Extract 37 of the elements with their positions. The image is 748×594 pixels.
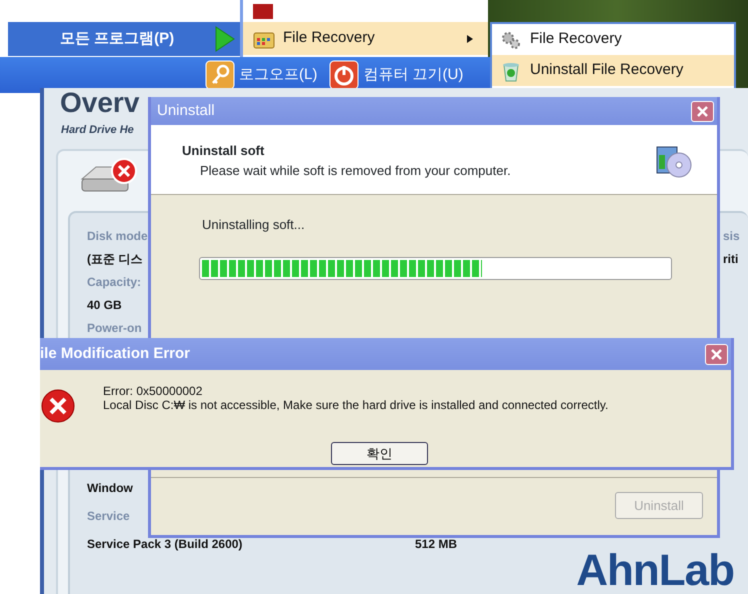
menu-item[interactable]: File Recovery <box>243 22 488 55</box>
menu-item[interactable]: Uninstall File Recovery <box>492 55 734 86</box>
close-button[interactable] <box>691 100 714 122</box>
field-value: Window <box>87 480 134 496</box>
ok-button[interactable]: 확인 <box>331 442 428 466</box>
dialog-description: Please wait while soft is removed from your computer. <box>200 162 511 180</box>
status-text: Uninstalling soft... <box>202 216 306 234</box>
window-title: ile Modification Error <box>40 344 190 364</box>
field-label: Disk mode <box>87 228 149 245</box>
arrow-icon <box>214 25 236 53</box>
error-message: Local Disc C:₩ is not accessible, Make sure the hard drive is installed and connected correctly. <box>103 398 608 412</box>
logo: AhnLab <box>576 548 734 592</box>
field-value: riti <box>723 251 740 268</box>
field-value: 40 GB <box>87 297 123 314</box>
menu-label[interactable]: 로그오프(L) <box>239 64 318 86</box>
field-value: Service Pack 3 (Build 2600) <box>87 536 244 552</box>
close-button[interactable] <box>705 344 728 364</box>
field-value: 512 MB <box>415 536 458 552</box>
dialog-heading: Uninstall soft <box>182 142 266 160</box>
close-icon <box>710 348 723 360</box>
all-programs-item[interactable]: 모든 프로그램(P) <box>8 22 240 56</box>
gear-icon <box>500 30 522 50</box>
field-label: Capacity: <box>87 274 142 291</box>
close-icon <box>696 104 709 118</box>
error-message: Error: 0x50000002 <box>103 384 204 398</box>
key-icon <box>205 60 235 90</box>
power-icon <box>329 60 360 90</box>
page-subtitle: Hard Drive He <box>61 123 134 138</box>
field-label: Service <box>87 508 131 524</box>
field-value: (표준 디스 <box>87 251 144 268</box>
field-label: Power-on <box>87 320 143 337</box>
page-title: Overv <box>60 88 140 118</box>
menu-label[interactable]: 컴퓨터 끄기(U) <box>363 64 464 86</box>
menu-item[interactable]: File Recovery <box>492 24 734 55</box>
window-title: Uninstall <box>157 100 215 121</box>
error-icon <box>40 388 76 424</box>
field-label: sis <box>723 228 741 245</box>
